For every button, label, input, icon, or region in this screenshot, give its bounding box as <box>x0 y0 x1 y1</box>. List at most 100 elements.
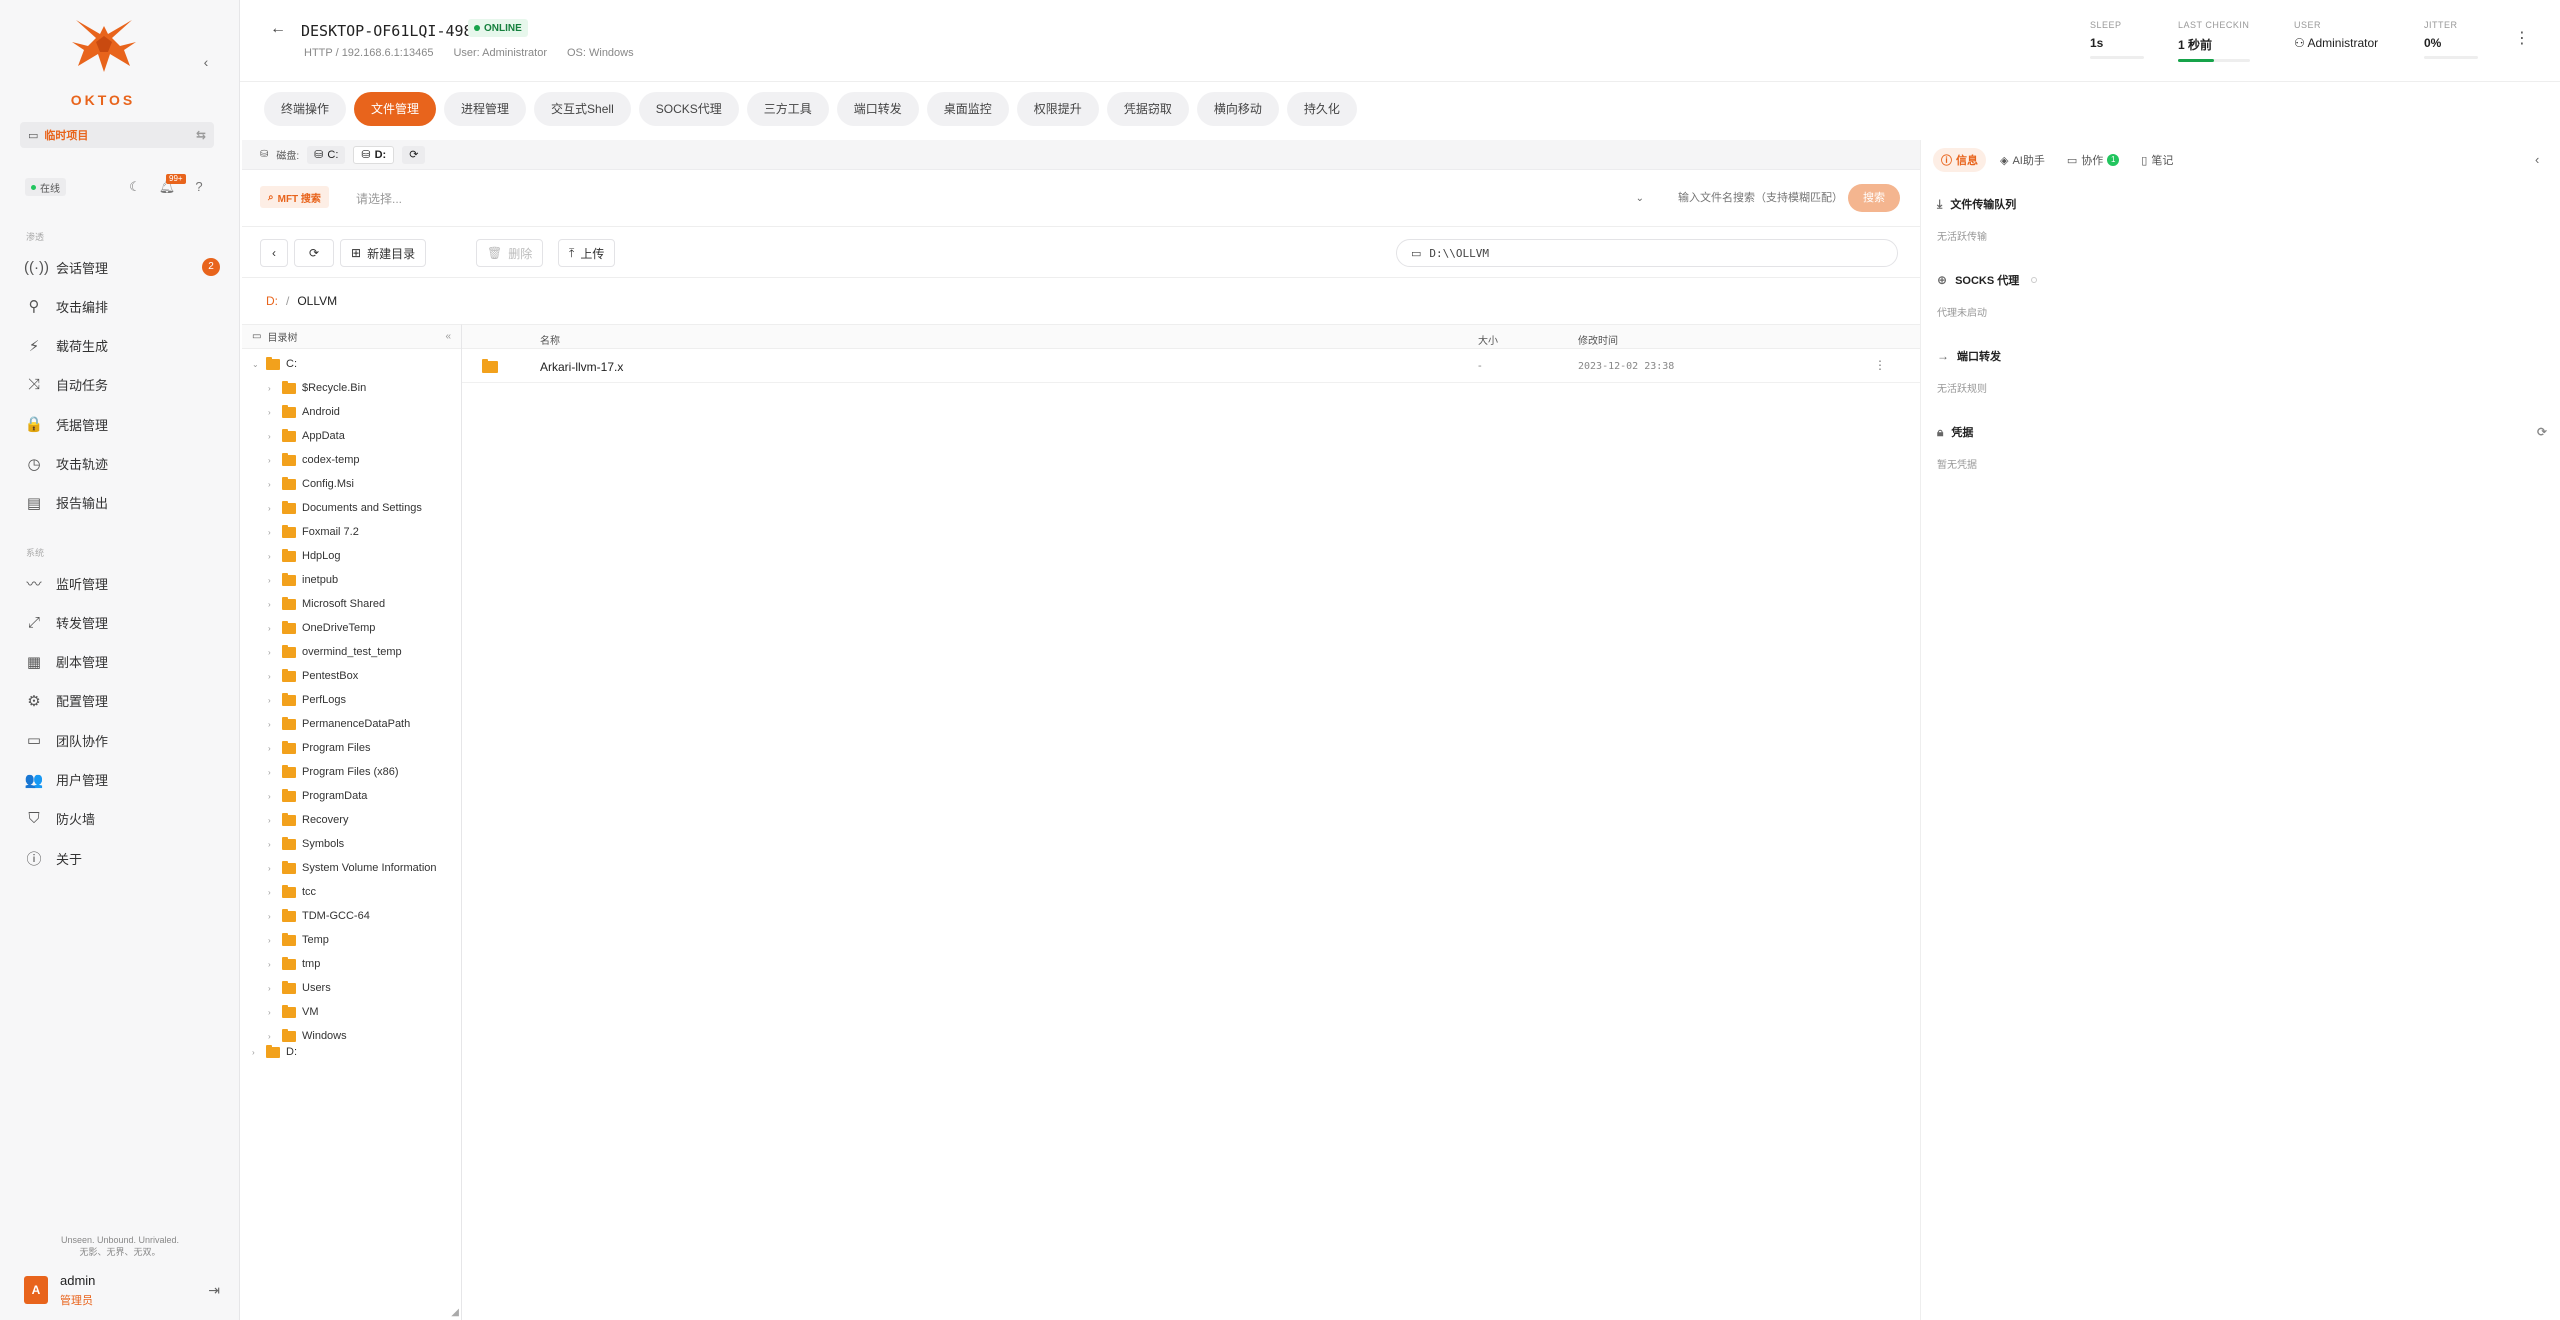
chevron-right-icon[interactable]: › <box>268 456 278 465</box>
drive-c[interactable]: ⛁ C: <box>307 145 346 164</box>
chevron-right-icon[interactable]: › <box>268 840 278 849</box>
tab-6[interactable]: 三方工具 <box>746 92 829 126</box>
tree-node[interactable]: › Android <box>268 403 340 421</box>
tab-12[interactable]: 持久化 <box>1286 92 1357 126</box>
tree-node[interactable]: › HdpLog <box>268 547 341 565</box>
sidebar-item-auto-task[interactable]: ⤨ 自动任务 <box>24 372 220 398</box>
chevron-right-icon[interactable]: › <box>268 1008 278 1017</box>
tab-collab[interactable]: ▭ 协作 1 <box>2059 148 2127 172</box>
tree-node[interactable]: › inetpub <box>268 571 338 589</box>
tree-node[interactable]: › Temp <box>268 931 329 949</box>
chevron-right-icon[interactable]: › <box>268 1032 278 1041</box>
mft-submit-button[interactable]: 搜索 <box>1848 184 1900 212</box>
tree-node[interactable]: › $Recycle.Bin <box>268 379 366 397</box>
tab-11[interactable]: 横向移动 <box>1196 92 1279 126</box>
back-button[interactable]: ‹ <box>260 239 288 267</box>
tree-node[interactable]: › ProgramData <box>268 787 367 805</box>
tree-node[interactable]: › PerfLogs <box>268 691 346 709</box>
tree-node[interactable]: › Config.Msi <box>268 475 354 493</box>
tab-5[interactable]: SOCKS代理 <box>638 92 739 126</box>
chevron-right-icon[interactable]: › <box>268 432 278 441</box>
more-menu-icon[interactable]: ⋮ <box>2514 28 2530 48</box>
tab-ai-assistant[interactable]: ◈ AI助手 <box>1992 148 2053 172</box>
tree-node[interactable]: › Windows <box>268 1027 347 1045</box>
chevron-right-icon[interactable]: › <box>268 936 278 945</box>
tree-node[interactable]: › tmp <box>268 955 320 973</box>
chevron-right-icon[interactable]: › <box>268 960 278 969</box>
chevron-right-icon[interactable]: › <box>268 672 278 681</box>
tab-2[interactable]: 文件管理 <box>354 92 437 126</box>
collapse-tree-icon[interactable]: « <box>445 331 451 342</box>
moon-icon[interactable]: ☾ <box>126 178 144 196</box>
chevron-right-icon[interactable]: › <box>268 552 278 561</box>
tab-9[interactable]: 权限提升 <box>1016 92 1099 126</box>
sidebar-item-settings-gear[interactable]: ⚙ 配置管理 <box>24 688 220 714</box>
mft-search-button[interactable]: ⌕ MFT 搜索 <box>260 186 329 208</box>
tree-node[interactable]: › Recovery <box>268 811 348 829</box>
breadcrumb-root[interactable]: D: <box>266 294 278 308</box>
tab-10[interactable]: 凭据窃取 <box>1106 92 1189 126</box>
refresh-icon[interactable]: ⟳ <box>2537 425 2547 439</box>
mft-filename-input[interactable] <box>1670 186 1840 210</box>
chevron-right-icon[interactable]: › <box>268 528 278 537</box>
tab-3[interactable]: 进程管理 <box>444 92 527 126</box>
sidebar-collapse-button[interactable]: ‹ <box>196 52 216 72</box>
tab-4[interactable]: 交互式Shell <box>534 92 631 126</box>
tab-8[interactable]: 桌面监控 <box>926 92 1009 126</box>
tree-node[interactable]: › Foxmail 7.2 <box>268 523 359 541</box>
chevron-right-icon[interactable]: › <box>268 576 278 585</box>
chevron-right-icon[interactable]: › <box>268 792 278 801</box>
sidebar-item-playbook[interactable]: ▦ 剧本管理 <box>24 649 220 675</box>
tree-node[interactable]: › PentestBox <box>268 667 358 685</box>
sidebar-item-attack-orchestration[interactable]: ⚲ 攻击编排 <box>24 293 220 319</box>
sidebar-item-credential-lock[interactable]: 🔒 凭据管理 <box>24 411 220 437</box>
chevron-right-icon[interactable]: › <box>268 624 278 633</box>
chevron-right-icon[interactable]: › <box>268 408 278 417</box>
resize-grip-icon[interactable]: ◢ <box>451 1307 459 1318</box>
tree-node[interactable]: › codex-temp <box>268 451 359 469</box>
column-name[interactable]: 名称 <box>540 332 560 347</box>
sidebar-item-timeline-clock[interactable]: ◷ 攻击轨迹 <box>24 451 220 477</box>
tree-node[interactable]: › PermanenceDataPath <box>268 715 410 733</box>
sidebar-item-payload[interactable]: ⚡ 载荷生成 <box>24 333 220 359</box>
sidebar-item-info[interactable]: ⓘ 关于 <box>24 845 220 871</box>
chevron-right-icon[interactable]: › <box>268 744 278 753</box>
sidebar-item-sessions[interactable]: ((·)) 会话管理 2 <box>24 254 220 280</box>
back-arrow-icon[interactable]: ← <box>270 20 286 38</box>
tree-node[interactable]: › Microsoft Shared <box>268 595 385 613</box>
panel-collapse-icon[interactable]: ‹ <box>2535 152 2539 167</box>
chevron-right-icon[interactable]: › <box>268 864 278 873</box>
chevron-right-icon[interactable]: › <box>268 480 278 489</box>
chevron-right-icon[interactable]: › <box>268 648 278 657</box>
sidebar-item-report[interactable]: ▤ 报告输出 <box>24 490 220 516</box>
upload-button[interactable]: ⤒ 上传 <box>558 239 616 267</box>
sidebar-item-forward[interactable]: ⤢ 转发管理 <box>24 609 220 635</box>
tree-node[interactable]: › Users <box>268 979 331 997</box>
tree-node[interactable]: › tcc <box>268 883 316 901</box>
tree-node[interactable]: › Symbols <box>268 835 344 853</box>
tab-info[interactable]: ⓘ 信息 <box>1933 148 1986 172</box>
tree-node[interactable]: › System Volume Information <box>268 859 437 877</box>
tree-node-c[interactable]: ⌄ C: <box>252 355 297 373</box>
chevron-right-icon[interactable]: › <box>268 600 278 609</box>
sidebar-item-listener[interactable]: 〰监听管理 <box>24 570 220 596</box>
sidebar-item-firewall-shield[interactable]: ⛉ 防火墙 <box>24 806 220 832</box>
new-dir-button[interactable]: ⊞ 新建目录 <box>340 239 427 267</box>
refresh-drives-button[interactable]: ⟳ <box>402 145 426 164</box>
chevron-right-icon[interactable]: › <box>268 720 278 729</box>
delete-button[interactable]: 🗑︎ 删除 <box>476 239 544 267</box>
sidebar-item-users[interactable]: 👥 用户管理 <box>24 767 220 793</box>
logout-icon[interactable]: ⇥ <box>208 1282 220 1299</box>
table-row[interactable]: Arkari-llvm-17.x - 2023-12-02 23:38 ⋮ <box>462 349 1920 383</box>
tree-node[interactable]: › OneDriveTemp <box>268 619 375 637</box>
chevron-right-icon[interactable]: › <box>268 912 278 921</box>
chevron-right-icon[interactable]: › <box>268 384 278 393</box>
chevron-right-icon[interactable]: › <box>268 696 278 705</box>
status-pill[interactable]: 在线 <box>25 178 66 196</box>
tab-7[interactable]: 端口转发 <box>836 92 919 126</box>
tree-node[interactable]: › Program Files (x86) <box>268 763 399 781</box>
tree-node-d[interactable]: › D: <box>252 1043 297 1061</box>
tree-node[interactable]: › VM <box>268 1003 319 1021</box>
chevron-right-icon[interactable]: › <box>268 984 278 993</box>
tab-notes[interactable]: ▯ 笔记 <box>2133 148 2181 172</box>
